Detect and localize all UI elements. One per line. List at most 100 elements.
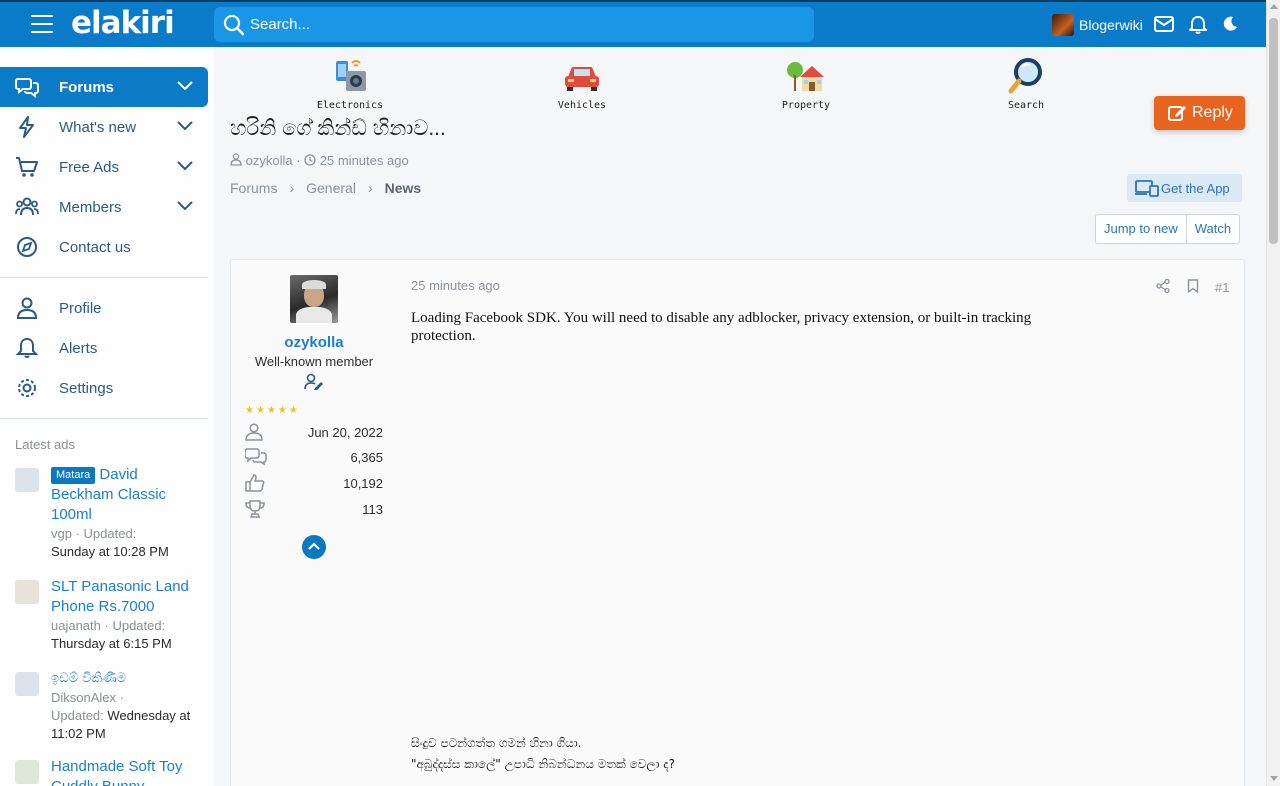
category-electronics[interactable]: Electronics bbox=[305, 57, 395, 111]
reactions-value: 10,192 bbox=[343, 476, 383, 491]
category-vehicles[interactable]: Vehicles bbox=[537, 57, 627, 111]
sidebar-item-profile[interactable]: Profile bbox=[0, 288, 208, 328]
sidebar-item-label: Free Ads bbox=[59, 158, 120, 176]
scrollbar[interactable] bbox=[1266, 0, 1280, 786]
sidebar-item-label: Contact us bbox=[59, 238, 131, 256]
chevron-down-icon[interactable] bbox=[177, 201, 193, 211]
jump-to-new-button[interactable]: Jump to new bbox=[1096, 215, 1186, 243]
scroll-up-button[interactable] bbox=[302, 535, 326, 559]
breadcrumb-general[interactable]: General bbox=[306, 180, 356, 196]
house-icon bbox=[787, 62, 824, 91]
username: Blogerwiki bbox=[1079, 17, 1143, 33]
chevron-up-icon bbox=[308, 542, 320, 550]
scroll-up-arrow[interactable] bbox=[1270, 4, 1278, 9]
post-time[interactable]: 25 minutes ago bbox=[411, 278, 500, 293]
sidebar-item-whats-new[interactable]: What's new bbox=[0, 107, 208, 147]
sidebar-item-forums[interactable]: Forums bbox=[0, 67, 208, 107]
sidebar-item-label: Members bbox=[59, 198, 122, 216]
category-property[interactable]: Property bbox=[761, 57, 851, 111]
latest-ads-heading: Latest ads bbox=[15, 437, 75, 452]
scroll-down-arrow[interactable] bbox=[1270, 776, 1278, 781]
sidebar-item-label: Forums bbox=[59, 78, 115, 96]
search-input[interactable]: Search... bbox=[214, 7, 814, 42]
site-logo[interactable]: elakiri bbox=[71, 5, 175, 41]
main-content: Electronics Vehicles Property Search හරි… bbox=[214, 47, 1266, 786]
users-icon bbox=[15, 197, 39, 216]
ad-title[interactable]: SLT Panasonic Land Phone Rs.7000 bbox=[51, 577, 201, 617]
ad-updated-label: Updated: bbox=[112, 618, 166, 633]
thumbs-up-icon bbox=[245, 474, 265, 492]
ad-updated-label: Updated: bbox=[51, 708, 104, 723]
category-label: Property bbox=[781, 100, 831, 111]
edit-icon bbox=[1168, 106, 1186, 121]
scroll-thumb[interactable] bbox=[1269, 18, 1278, 244]
sidebar-item-alerts[interactable]: Alerts bbox=[0, 328, 208, 368]
phone-thumbnail bbox=[15, 580, 39, 604]
points-value: 113 bbox=[362, 502, 383, 517]
post-body: Loading Facebook SDK. You will need to d… bbox=[411, 310, 1032, 344]
page-title: හරිනි ගේ කින්ඩ් හිනාව... bbox=[230, 117, 446, 140]
ad-title[interactable]: ඉඩම් විකිණීම bbox=[51, 669, 201, 689]
category-label: Vehicles bbox=[557, 100, 607, 111]
chevron-right-icon: › bbox=[289, 180, 295, 196]
divider bbox=[0, 277, 208, 278]
get-app-button[interactable]: Get the App bbox=[1127, 174, 1242, 202]
envelope-icon[interactable] bbox=[1154, 16, 1174, 32]
chat-bubbles-icon bbox=[15, 78, 39, 98]
ad-updated: Sunday at 10:28 PM bbox=[51, 544, 169, 559]
stat-points: 113 bbox=[245, 500, 383, 520]
category-label: Electronics bbox=[316, 100, 384, 111]
cart-icon bbox=[16, 157, 38, 177]
ad-user[interactable]: uajanath bbox=[51, 618, 101, 633]
post-username[interactable]: ozykolla bbox=[231, 334, 397, 351]
breadcrumb-forums[interactable]: Forums bbox=[230, 180, 277, 196]
thread-author[interactable]: ozykolla bbox=[246, 153, 293, 168]
ad-title[interactable]: Handmade Soft Toy Cuddly Bunny bbox=[51, 757, 201, 786]
chevron-down-icon[interactable] bbox=[177, 161, 193, 171]
sidebar: Forums What's new Free Ads Members Conta… bbox=[0, 47, 214, 786]
clock-icon bbox=[304, 154, 316, 166]
avatar[interactable] bbox=[290, 275, 338, 323]
bookmark-icon[interactable] bbox=[1187, 279, 1199, 293]
ad-updated: Thursday at 6:15 PM bbox=[51, 636, 172, 651]
ad-user[interactable]: vgp bbox=[51, 526, 72, 541]
post-footer-line: සිංදුව පටන්ගත්ත ගමන් හිනා ගියා. bbox=[411, 736, 582, 750]
thread-meta: ozykolla · 25 minutes ago bbox=[230, 153, 409, 168]
post: ozykolla Well-known member ★★★★★ Jun 20,… bbox=[230, 259, 1245, 786]
joined-value: Jun 20, 2022 bbox=[307, 425, 383, 440]
bell-icon bbox=[15, 337, 39, 358]
sidebar-item-free-ads[interactable]: Free Ads bbox=[0, 147, 208, 187]
share-icon[interactable] bbox=[1156, 279, 1170, 293]
moon-icon[interactable] bbox=[1222, 16, 1238, 32]
user-menu[interactable]: Blogerwiki bbox=[1052, 14, 1143, 36]
stat-reactions: 10,192 bbox=[245, 474, 383, 494]
sidebar-item-settings[interactable]: Settings bbox=[0, 368, 208, 408]
user-icon bbox=[16, 297, 38, 319]
sidebar-item-label: Settings bbox=[59, 379, 114, 397]
breadcrumb-news[interactable]: News bbox=[385, 180, 422, 196]
gear-icon bbox=[18, 379, 36, 397]
sidebar-item-label: Profile bbox=[59, 299, 102, 317]
category-search[interactable]: Search bbox=[981, 57, 1071, 111]
sidebar-item-label: Alerts bbox=[59, 339, 98, 357]
watch-button[interactable]: Watch bbox=[1185, 215, 1239, 243]
stat-messages: 6,365 bbox=[245, 448, 383, 468]
user-title: Well-known member bbox=[254, 354, 374, 369]
bell-icon[interactable] bbox=[1189, 15, 1207, 35]
sidebar-item-contact-us[interactable]: Contact us bbox=[0, 227, 208, 267]
menu-icon[interactable] bbox=[31, 15, 53, 33]
trophy-icon bbox=[245, 500, 265, 518]
avatar bbox=[1052, 14, 1074, 36]
top-bar: elakiri Search... Blogerwiki bbox=[0, 0, 1266, 47]
chevron-down-icon[interactable] bbox=[177, 81, 193, 91]
ad-user[interactable]: DiksonAlex bbox=[51, 690, 116, 705]
post-number[interactable]: #1 bbox=[1215, 280, 1229, 295]
reply-button[interactable]: Reply bbox=[1154, 96, 1245, 130]
thread-time[interactable]: 25 minutes ago bbox=[320, 153, 409, 168]
divider bbox=[0, 418, 208, 419]
chevron-down-icon[interactable] bbox=[177, 121, 193, 131]
sidebar-item-members[interactable]: Members bbox=[0, 187, 208, 227]
ad-updated-label: Updated: bbox=[83, 526, 137, 541]
chat-bubbles-icon bbox=[245, 448, 267, 466]
gear-icon bbox=[15, 672, 39, 696]
